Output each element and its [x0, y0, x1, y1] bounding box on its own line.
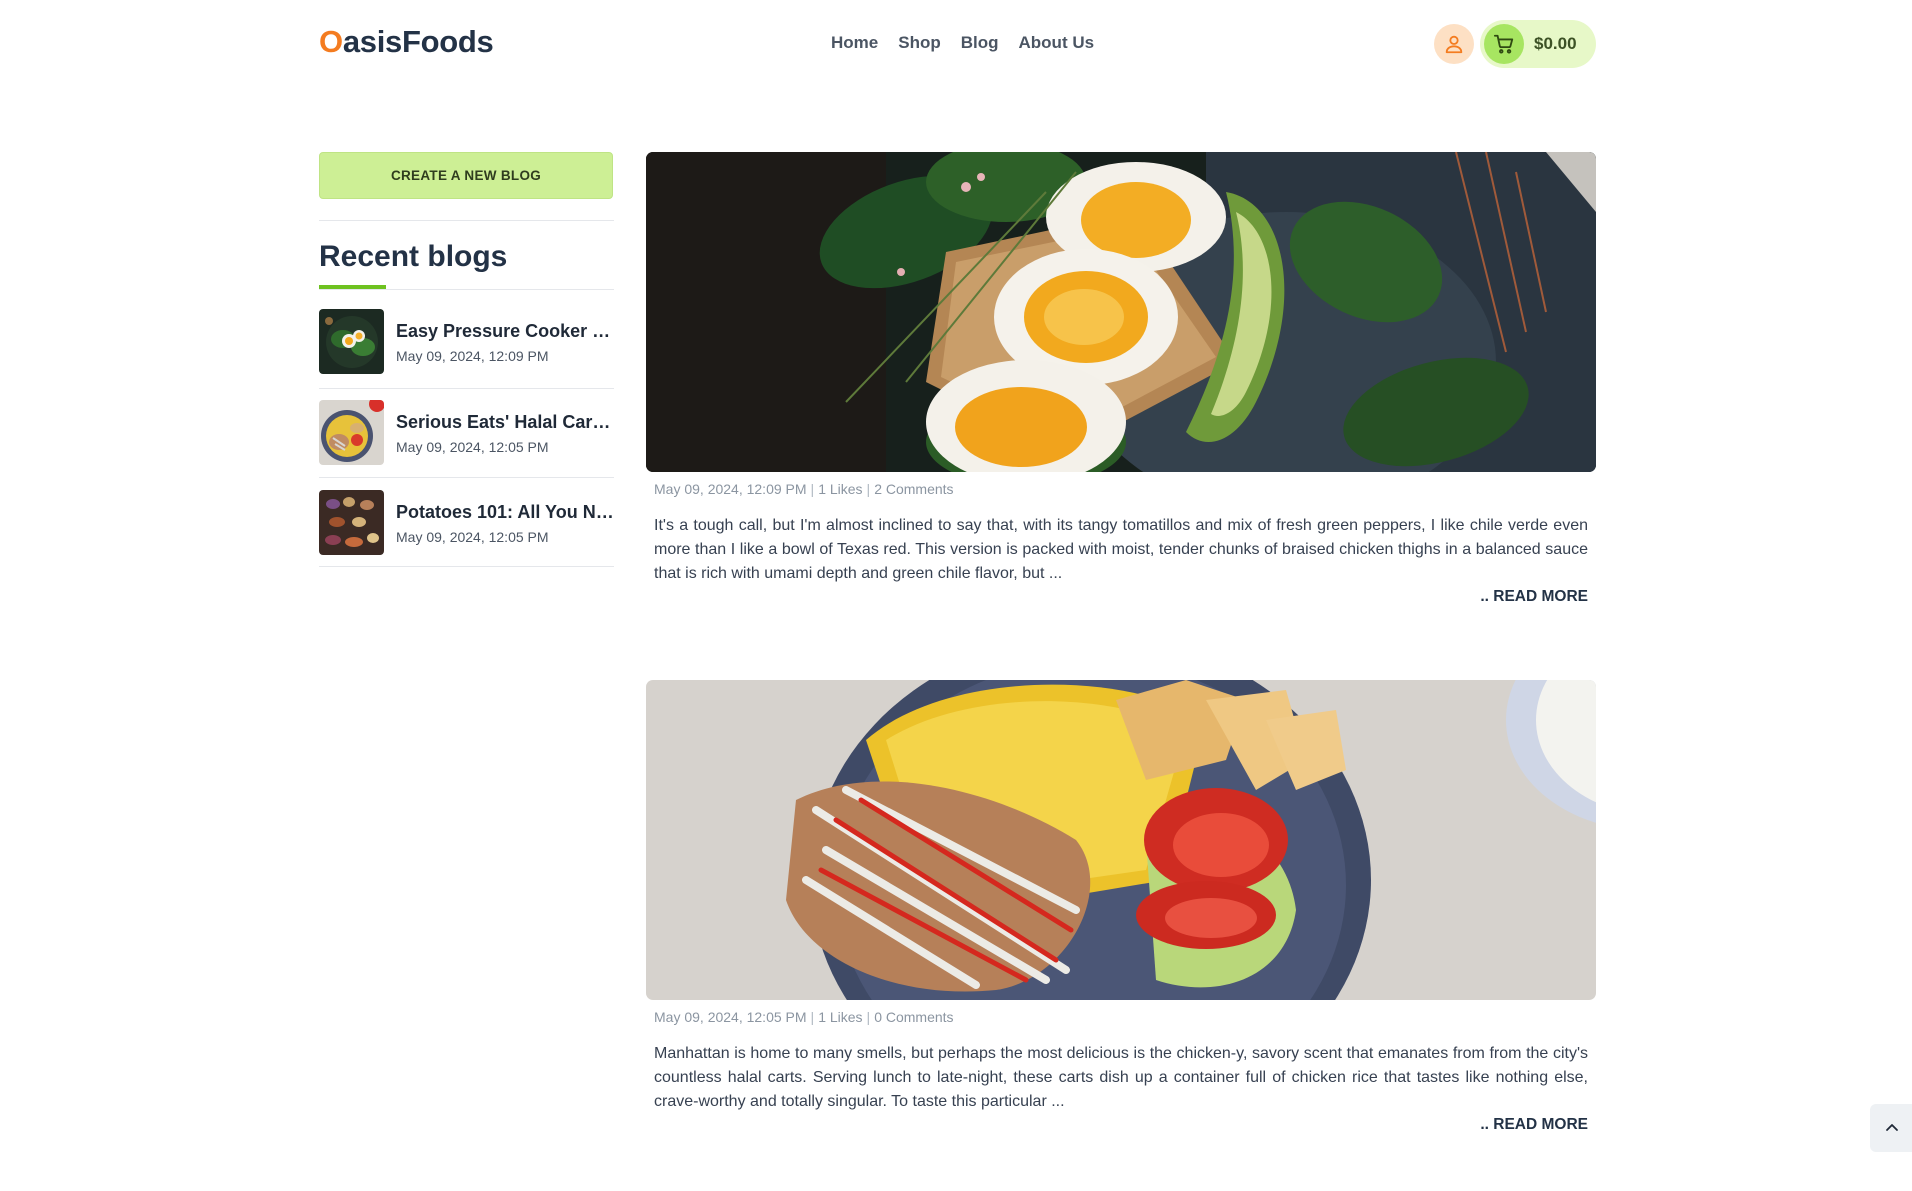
- read-more-link[interactable]: .. READ MORE: [1480, 1116, 1588, 1134]
- cart-total: $0.00: [1534, 34, 1577, 53]
- recent-blog-item[interactable]: Serious Eats' Halal Cart-Style Chicken a…: [319, 400, 614, 480]
- sidebar-divider: [319, 220, 614, 221]
- nav-blog[interactable]: Blog: [961, 33, 999, 53]
- create-blog-button[interactable]: CREATE A NEW BLOG: [319, 152, 613, 199]
- sidebar-divider: [319, 477, 614, 478]
- sidebar-divider: [319, 388, 614, 389]
- recent-blog-thumbnail: [319, 309, 384, 374]
- recent-blog-title[interactable]: Serious Eats' Halal Cart-Style Chicken a…: [396, 412, 614, 433]
- cart-button[interactable]: $0.00: [1480, 20, 1596, 68]
- cart-icon: [1493, 34, 1514, 54]
- blog-post-excerpt: It's a tough call, but I'm almost inclin…: [654, 517, 1588, 582]
- user-icon: [1445, 35, 1463, 54]
- blog-post-meta: May 09, 2024, 12:05 PM | 1 Likes | 0 Comment…: [654, 1009, 954, 1025]
- chevron-up-icon: [1886, 1124, 1898, 1131]
- site-logo[interactable]: OasisFoods: [319, 24, 494, 60]
- recent-blog-date: May 09, 2024, 12:05 PM: [396, 529, 549, 545]
- cart-icon-circle: [1484, 24, 1524, 64]
- nav-about-us[interactable]: About Us: [1019, 33, 1095, 53]
- post-comments: 0 Comments: [874, 1009, 954, 1025]
- recent-blog-item[interactable]: Easy Pressure Cooker Chile Verde May 09,…: [319, 309, 614, 389]
- post-date: May 09, 2024, 12:09 PM: [654, 481, 807, 497]
- recent-blog-item[interactable]: Potatoes 101: All You Need to Know May 0…: [319, 490, 614, 570]
- logo-first-letter: O: [319, 24, 343, 59]
- recent-blog-thumbnail: [319, 490, 384, 555]
- sidebar-divider: [319, 289, 614, 290]
- scroll-to-top-button[interactable]: [1870, 1104, 1912, 1152]
- blog-post-excerpt: Manhattan is home to many smells, but pe…: [654, 1045, 1588, 1110]
- post-date: May 09, 2024, 12:05 PM: [654, 1009, 807, 1025]
- heading-accent-underline: [319, 285, 386, 289]
- recent-blog-title[interactable]: Easy Pressure Cooker Chile Verde: [396, 321, 614, 342]
- nav-shop[interactable]: Shop: [898, 33, 941, 53]
- blog-post-meta: May 09, 2024, 12:09 PM | 1 Likes | 2 Comment…: [654, 481, 954, 497]
- read-more-link[interactable]: .. READ MORE: [1480, 588, 1588, 606]
- sidebar-divider: [319, 566, 614, 567]
- blog-post-image[interactable]: [646, 152, 1596, 472]
- nav-home[interactable]: Home: [831, 33, 878, 53]
- recent-blogs-heading: Recent blogs: [319, 240, 508, 273]
- user-account-button[interactable]: [1434, 24, 1474, 64]
- logo-rest: asisFoods: [342, 24, 494, 59]
- post-comments: 2 Comments: [874, 481, 954, 497]
- main-nav: Home Shop Blog About Us: [831, 33, 1094, 53]
- recent-blog-date: May 09, 2024, 12:09 PM: [396, 348, 549, 364]
- blog-post-image[interactable]: [646, 680, 1596, 1000]
- post-likes: 1 Likes: [818, 481, 863, 497]
- recent-blog-date: May 09, 2024, 12:05 PM: [396, 439, 549, 455]
- recent-blog-title[interactable]: Potatoes 101: All You Need to Know: [396, 502, 614, 523]
- recent-blog-thumbnail: [319, 400, 384, 465]
- site-header: OasisFoods Home Shop Blog About Us $0.00: [0, 0, 1912, 88]
- post-likes: 1 Likes: [818, 1009, 863, 1025]
